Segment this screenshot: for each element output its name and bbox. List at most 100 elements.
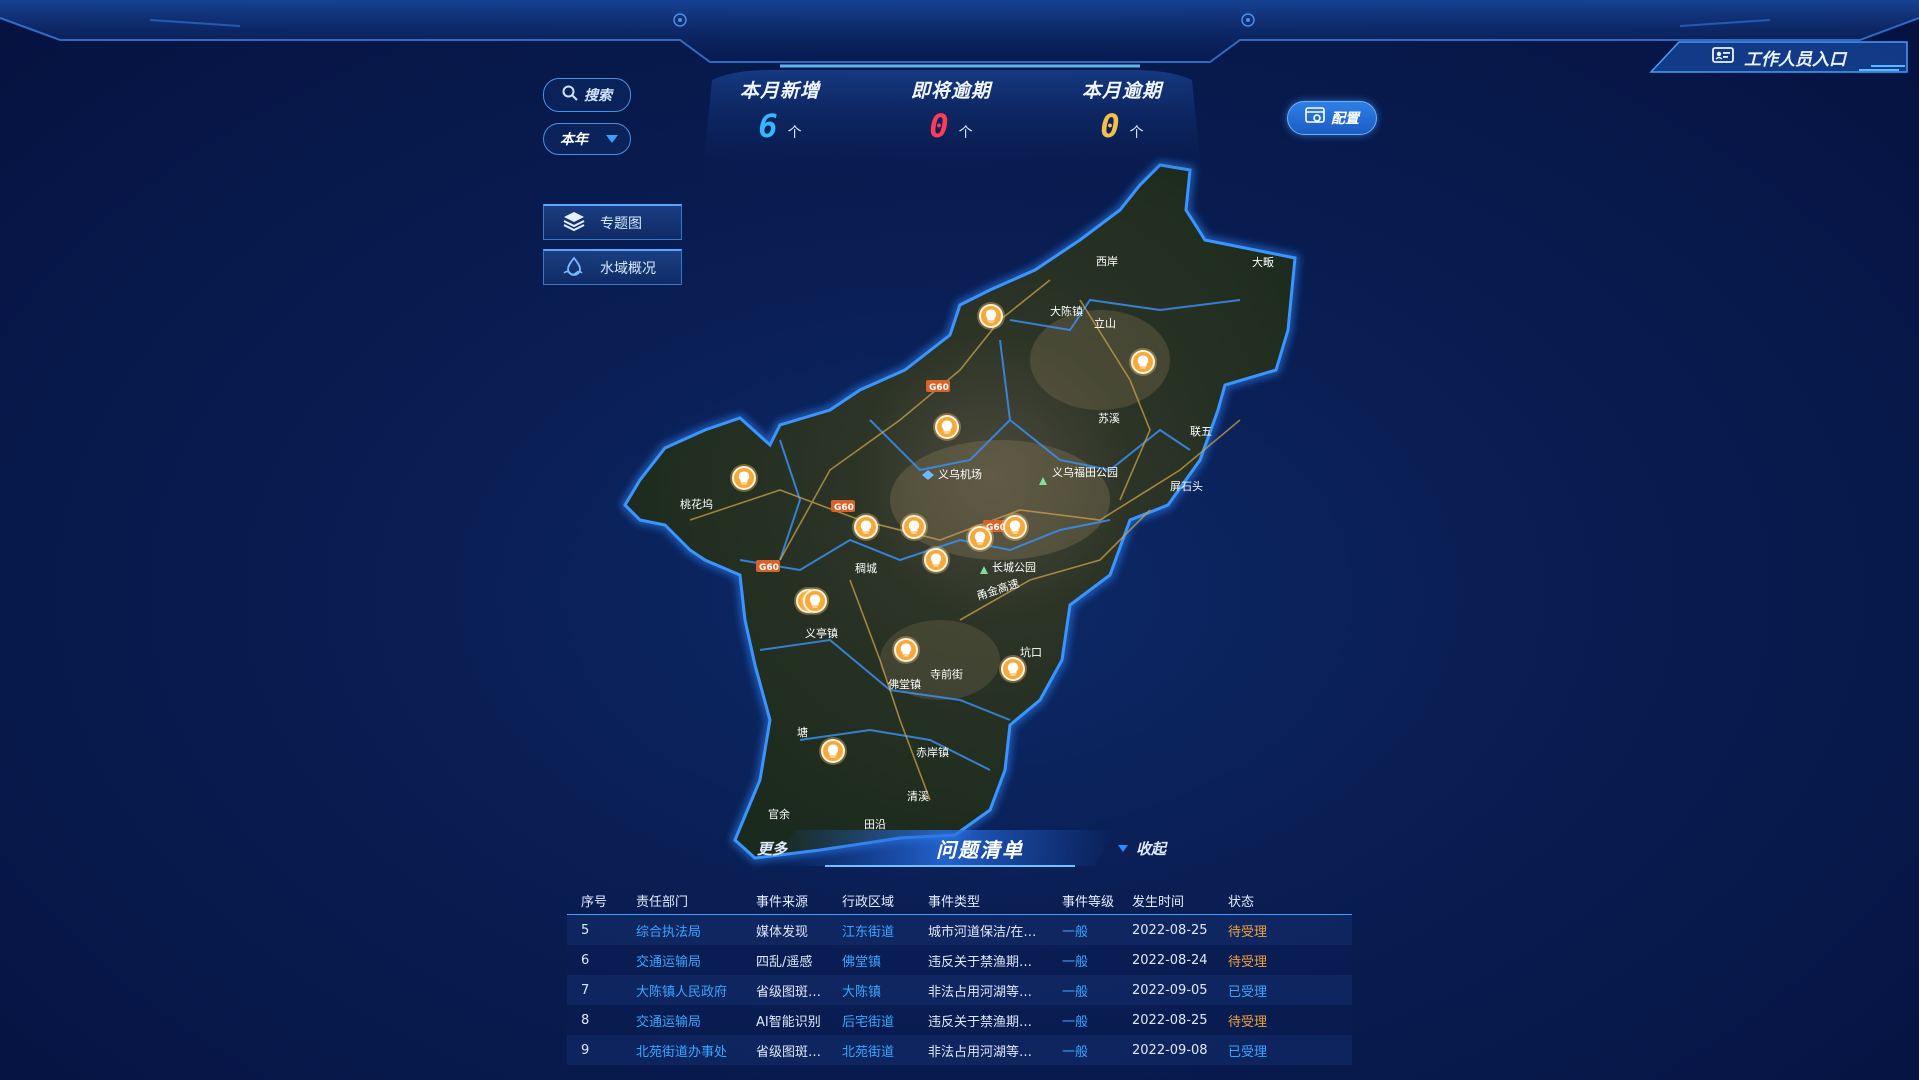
config-button[interactable]: 配置 — [1287, 101, 1377, 135]
issue-list-title: 问题清单 — [936, 838, 1024, 862]
stat-unit: 个 — [958, 125, 973, 141]
road-badge: G60 — [929, 383, 949, 393]
place-label: 大陈镇 — [1050, 304, 1083, 318]
cell-dept: 交通运输局 — [622, 1005, 742, 1035]
collapse-button[interactable]: 收起 — [1118, 838, 1166, 859]
stats-panel: 本月新增 6个 即将逾期 0个 本月逾期 0个 — [692, 76, 1212, 176]
cell-time: 2022-09-05 — [1118, 975, 1214, 1005]
cell-time: 2022-08-25 — [1118, 1005, 1214, 1035]
chevron-down-icon — [1118, 845, 1128, 852]
place-label: 西岸 — [1096, 255, 1118, 268]
stat-label: 即将逾期 — [910, 80, 991, 102]
location-pin-icon[interactable] — [819, 737, 847, 765]
place-label: 坑口 — [1020, 645, 1042, 659]
cell-no: 6 — [567, 945, 622, 975]
search-button[interactable]: 搜索 — [543, 78, 631, 112]
stat-due-soon: 即将逾期 0个 — [881, 76, 1021, 145]
cell-status: 已受理 — [1214, 975, 1352, 1005]
column-header: 序号 — [567, 886, 622, 915]
chevron-down-icon — [606, 135, 618, 143]
place-label: 义亭镇 — [805, 626, 838, 640]
place-label: 大畈 — [1252, 255, 1274, 269]
cell-source: 省级图斑… — [742, 1035, 828, 1065]
issue-table: 序号 责任部门 事件来源 行政区域 事件类型 事件等级 发生时间 状态 5 综合… — [567, 886, 1352, 1065]
location-pin-icon[interactable] — [892, 636, 920, 664]
cell-source: 省级图斑… — [742, 975, 828, 1005]
location-pin-icon[interactable] — [977, 302, 1005, 330]
water-icon — [562, 255, 586, 281]
road-badge: G60 — [759, 563, 779, 573]
cell-region: 后宅街道 — [828, 1005, 914, 1035]
place-label: 联五 — [1190, 425, 1212, 438]
cell-source: AI智能识别 — [742, 1005, 828, 1035]
location-pin-icon[interactable] — [852, 513, 880, 541]
place-label: 义乌福田公园 — [1052, 465, 1118, 479]
stat-label: 本月新增 — [739, 80, 820, 102]
place-label: 寺前街 — [930, 667, 963, 681]
stat-value: 6 — [758, 107, 778, 145]
cell-status: 待受理 — [1214, 945, 1352, 975]
column-header: 责任部门 — [622, 886, 742, 915]
sidebar-item-thematic-map[interactable]: 专题图 — [543, 204, 682, 240]
more-button[interactable]: 更多 — [757, 838, 787, 859]
cell-region: 江东街道 — [828, 914, 914, 945]
stat-unit: 个 — [787, 125, 802, 141]
stat-overdue-this-month: 本月逾期 0个 — [1052, 76, 1192, 145]
id-card-icon — [1712, 46, 1734, 69]
location-pin-icon[interactable] — [1001, 513, 1029, 541]
table-row[interactable]: 5 综合执法局 媒体发现 江东街道 城市河道保洁/在… 一般 2022-08-2… — [567, 914, 1352, 945]
stat-new-this-month: 本月新增 6个 — [710, 76, 850, 145]
cell-level: 一般 — [1048, 975, 1118, 1005]
location-pin-icon[interactable] — [801, 587, 829, 615]
place-label: 立山 — [1094, 316, 1116, 330]
place-label: 塘 — [797, 725, 808, 739]
layers-icon — [562, 210, 586, 236]
cell-time: 2022-08-25 — [1118, 914, 1214, 945]
cell-no: 9 — [567, 1035, 622, 1065]
cell-source: 媒体发现 — [742, 914, 828, 945]
location-pin-icon[interactable] — [900, 513, 928, 541]
cell-level: 一般 — [1048, 945, 1118, 975]
place-label: 义乌机场 — [938, 467, 982, 481]
column-header: 行政区域 — [828, 886, 914, 915]
table-row[interactable]: 9 北苑街道办事处 省级图斑… 北苑街道 非法占用河湖等… 一般 2022-09… — [567, 1035, 1352, 1065]
location-pin-icon[interactable] — [922, 546, 950, 574]
location-pin-icon[interactable] — [933, 413, 961, 441]
search-label: 搜索 — [584, 88, 612, 104]
location-pin-icon[interactable] — [730, 464, 758, 492]
cell-no: 7 — [567, 975, 622, 1005]
location-pin-icon[interactable] — [1129, 348, 1157, 376]
road-badge: G60 — [834, 503, 854, 513]
cell-dept: 大陈镇人民政府 — [622, 975, 742, 1005]
table-row[interactable]: 7 大陈镇人民政府 省级图斑… 大陈镇 非法占用河湖等… 一般 2022-09-… — [567, 975, 1352, 1005]
place-label: 苏溪 — [1098, 412, 1120, 425]
cell-source: 四乱/遥感 — [742, 945, 828, 975]
cell-type: 违反关于禁渔期… — [914, 945, 1048, 975]
sidebar-item-water-overview[interactable]: 水域概况 — [543, 249, 682, 285]
search-icon — [562, 85, 578, 105]
table-row[interactable]: 6 交通运输局 四乱/遥感 佛堂镇 违反关于禁渔期… 一般 2022-08-24… — [567, 945, 1352, 975]
cell-status: 已受理 — [1214, 1035, 1352, 1065]
cell-status: 待受理 — [1214, 914, 1352, 945]
place-label: 佛堂镇 — [888, 677, 921, 691]
place-label: 官余 — [768, 807, 790, 821]
cell-region: 佛堂镇 — [828, 945, 914, 975]
column-header: 发生时间 — [1118, 886, 1214, 915]
cell-dept: 综合执法局 — [622, 914, 742, 945]
location-pin-icon[interactable] — [966, 524, 994, 552]
year-select[interactable]: 本年 — [543, 123, 631, 155]
config-label: 配置 — [1331, 111, 1359, 127]
cell-region: 北苑街道 — [828, 1035, 914, 1065]
table-row[interactable]: 8 交通运输局 AI智能识别 后宅街道 违反关于禁渔期… 一般 2022-08-… — [567, 1005, 1352, 1035]
sidebar-item-label: 水域概况 — [600, 260, 656, 277]
year-select-value: 本年 — [560, 132, 588, 148]
location-pin-icon[interactable] — [999, 655, 1027, 683]
place-label: 清溪 — [907, 790, 929, 803]
stat-unit: 个 — [1129, 125, 1144, 141]
worker-entry-label: 工作人员入口 — [1744, 49, 1846, 70]
cell-no: 5 — [567, 914, 622, 945]
collapse-label: 收起 — [1136, 840, 1167, 858]
table-header-row: 序号 责任部门 事件来源 行政区域 事件类型 事件等级 发生时间 状态 — [567, 886, 1352, 915]
cell-dept: 交通运输局 — [622, 945, 742, 975]
column-header: 事件来源 — [742, 886, 828, 915]
